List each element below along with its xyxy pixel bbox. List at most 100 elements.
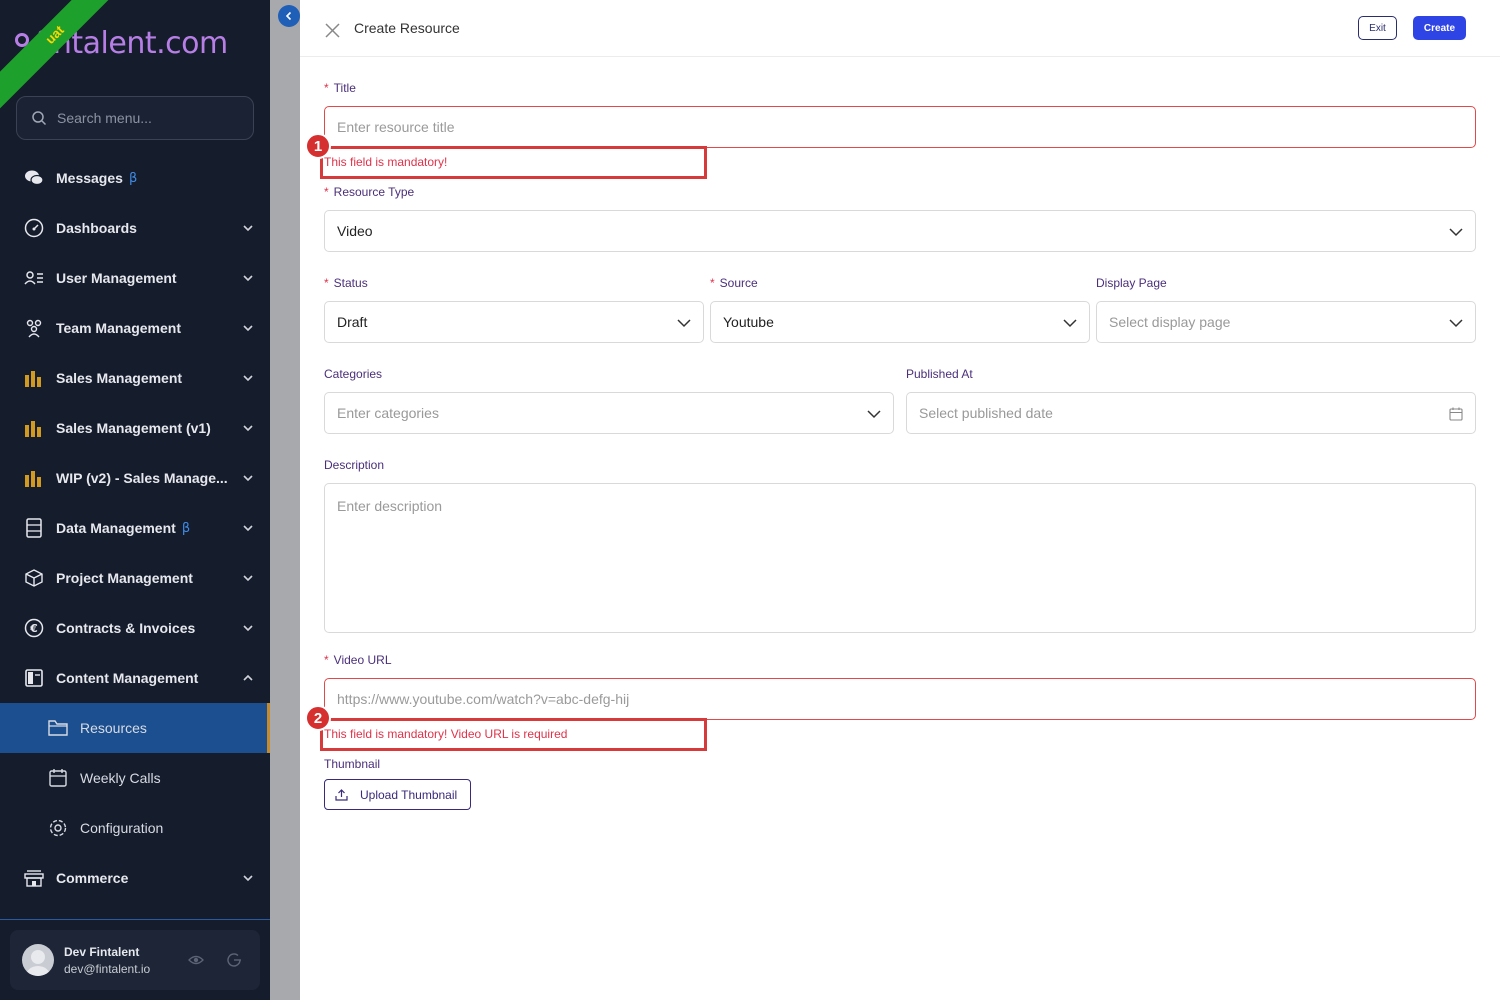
description-label: Description <box>324 458 385 472</box>
bar-chart-icon <box>24 468 44 488</box>
categories-label: Categories <box>324 367 383 381</box>
euro-icon: € <box>24 618 44 638</box>
upload-thumbnail-button[interactable]: Upload Thumbnail <box>324 779 471 810</box>
exit-button[interactable]: Exit <box>1358 16 1397 40</box>
sidebar-item-sales-management[interactable]: Sales Management <box>0 353 270 403</box>
display-page-label: Display Page <box>1096 276 1167 290</box>
team-icon <box>24 318 44 338</box>
search-icon <box>32 111 47 126</box>
sidebar-item-label: Team Management <box>56 320 181 336</box>
folder-icon <box>48 718 68 738</box>
sidebar-item-dashboards[interactable]: Dashboards <box>0 203 270 253</box>
thumbnail-label: Thumbnail <box>324 757 381 771</box>
resource-type-label: * Resource Type <box>324 185 414 199</box>
user-email: dev@fintalent.io <box>64 961 151 976</box>
published-at-picker[interactable]: Select published date <box>906 392 1476 434</box>
panel-header: Create Resource Exit Create <box>300 0 1500 57</box>
sidebar-item-label: Content Management <box>56 670 199 686</box>
annotation-marker-2: 2 <box>305 705 331 731</box>
sidebar-item-wip-sales-management[interactable]: WIP (v2) - Sales Manage... <box>0 453 270 503</box>
categories-placeholder: Enter categories <box>337 405 439 421</box>
source-value: Youtube <box>723 314 774 330</box>
sidebar-item-project-management[interactable]: Project Management <box>0 553 270 603</box>
sidebar-item-user-management[interactable]: User Management <box>0 253 270 303</box>
logout-icon[interactable] <box>226 952 242 968</box>
sidebar-item-configuration[interactable]: Configuration <box>0 803 270 853</box>
layout-icon <box>24 668 44 688</box>
required-mark: * <box>324 185 329 199</box>
sidebar-item-content-management[interactable]: Content Management <box>0 653 270 703</box>
collapse-sidebar-button[interactable] <box>278 5 300 27</box>
status-select[interactable]: Draft <box>324 301 704 343</box>
sidebar-divider <box>0 919 270 920</box>
sidebar-item-data-management[interactable]: Data Management β <box>0 503 270 553</box>
sidebar-item-label: Weekly Calls <box>80 770 161 786</box>
categories-select[interactable]: Enter categories <box>324 392 894 434</box>
overlay-gutter <box>270 0 300 1000</box>
eye-icon[interactable] <box>188 952 204 968</box>
chevron-down-icon <box>243 575 253 582</box>
video-url-label-text: Video URL <box>333 653 392 667</box>
status-label: * Status <box>324 276 368 290</box>
calendar-icon <box>1449 407 1463 421</box>
video-url-input[interactable] <box>337 691 1419 707</box>
annotation-box-2 <box>320 718 707 751</box>
gear-icon <box>48 818 68 838</box>
sidebar-item-commerce[interactable]: Commerce <box>0 853 270 903</box>
sidebar-item-label: Contracts & Invoices <box>56 620 196 636</box>
video-url-label: * Video URL <box>324 653 392 667</box>
chevron-down-icon <box>243 425 253 432</box>
status-value: Draft <box>337 314 368 330</box>
search-input[interactable] <box>57 110 237 126</box>
database-icon <box>24 518 44 538</box>
chevron-down-icon <box>1063 319 1077 328</box>
bar-chart-icon <box>24 368 44 388</box>
create-resource-panel: Create Resource Exit Create *Title This … <box>300 0 1500 1000</box>
bar-chart-icon <box>24 418 44 438</box>
user-card[interactable]: Dev Fintalent dev@fintalent.io <box>10 930 260 990</box>
chevron-down-icon <box>677 319 691 328</box>
sidebar-item-label: Project Management <box>56 570 193 586</box>
source-select[interactable]: Youtube <box>710 301 1090 343</box>
published-at-label: Published At <box>906 367 973 381</box>
search-box[interactable] <box>16 96 254 140</box>
published-at-placeholder: Select published date <box>919 405 1053 421</box>
description-textarea[interactable] <box>325 484 1475 632</box>
display-page-select[interactable]: Select display page <box>1096 301 1476 343</box>
required-mark: * <box>324 276 329 290</box>
resource-type-select[interactable]: Video <box>324 210 1476 252</box>
sidebar-item-label: Configuration <box>80 820 164 836</box>
sidebar-item-sales-management-v1[interactable]: Sales Management (v1) <box>0 403 270 453</box>
sidebar-item-contracts-invoices[interactable]: € Contracts & Invoices <box>0 603 270 653</box>
create-button[interactable]: Create <box>1413 16 1466 40</box>
video-url-field[interactable] <box>324 678 1476 720</box>
display-page-placeholder: Select display page <box>1109 314 1231 330</box>
chevron-up-icon <box>243 674 253 681</box>
resource-type-value: Video <box>337 223 373 239</box>
page-title: Create Resource <box>354 20 460 36</box>
title-label-text: Title <box>333 81 356 95</box>
user-name: Dev Fintalent <box>64 944 140 959</box>
sidebar-item-label: Resources <box>80 720 147 736</box>
description-field[interactable] <box>324 483 1476 633</box>
title-input[interactable] <box>337 119 1419 135</box>
close-icon[interactable] <box>324 22 341 39</box>
annotation-box-1 <box>320 146 707 179</box>
sidebar-item-team-management[interactable]: Team Management <box>0 303 270 353</box>
sidebar-item-label: User Management <box>56 270 177 286</box>
title-field[interactable] <box>324 106 1476 148</box>
chevron-down-icon <box>243 475 253 482</box>
cube-icon <box>24 568 44 588</box>
sidebar-item-messages[interactable]: Messages β <box>0 153 270 203</box>
chevron-left-icon <box>285 11 292 21</box>
chevron-down-icon <box>243 625 253 632</box>
gauge-icon <box>24 218 44 238</box>
chevron-down-icon <box>243 525 253 532</box>
sidebar-item-label: Sales Management (v1) <box>56 420 211 436</box>
sidebar-item-resources[interactable]: Resources <box>0 703 270 753</box>
chevron-down-icon <box>243 275 253 282</box>
sidebar-item-weekly-calls[interactable]: Weekly Calls <box>0 753 270 803</box>
chevron-down-icon <box>1449 228 1463 237</box>
avatar <box>22 944 54 976</box>
sidebar: uat fintalent.com Messages β Dashboards … <box>0 0 270 1000</box>
